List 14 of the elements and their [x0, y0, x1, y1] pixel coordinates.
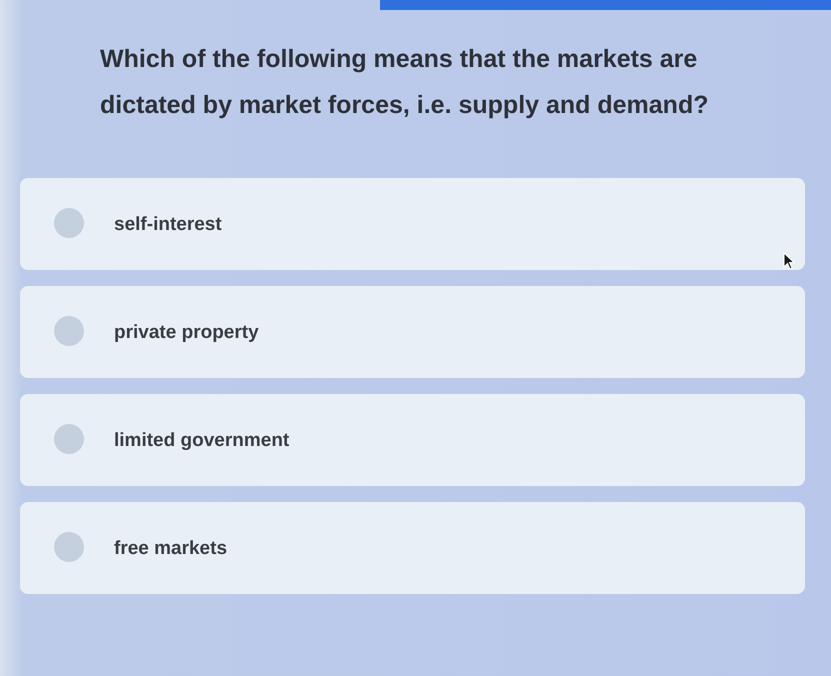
radio-button[interactable] — [54, 424, 84, 454]
question-text: Which of the following means that the markets are dictated by market forces, i.e. supply and demand? — [100, 44, 710, 121]
option-label: self-interest — [114, 213, 222, 237]
option-label: private property — [114, 321, 259, 345]
answer-option[interactable]: free markets — [20, 502, 805, 594]
answer-option[interactable]: private property — [20, 286, 805, 378]
radio-button[interactable] — [54, 208, 84, 238]
option-label: free markets — [114, 537, 228, 561]
cursor-icon — [783, 252, 795, 270]
radio-button[interactable] — [54, 316, 84, 346]
answer-option[interactable]: limited government — [20, 394, 805, 486]
radio-button[interactable] — [54, 532, 84, 562]
answer-option[interactable]: self-interest — [20, 178, 805, 270]
option-label: limited government — [114, 429, 290, 453]
